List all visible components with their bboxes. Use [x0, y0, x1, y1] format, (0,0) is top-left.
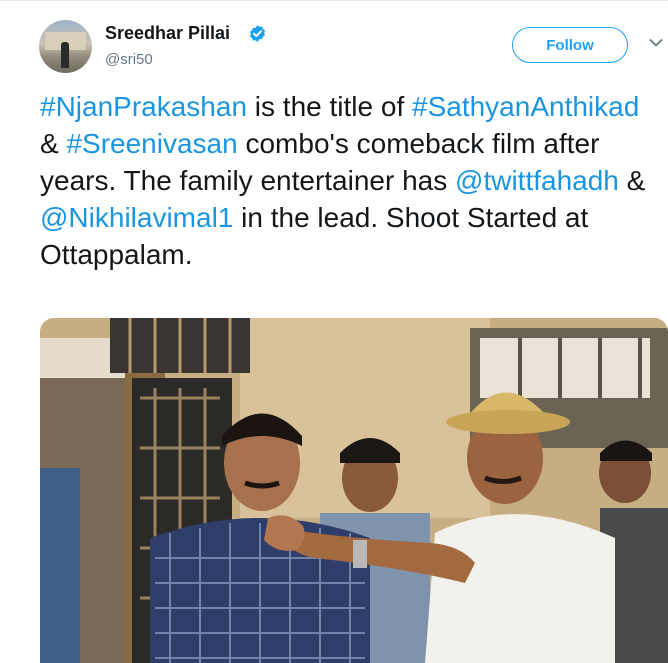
photo-scene — [40, 318, 668, 663]
hashtag-link[interactable]: #Sreenivasan — [66, 128, 237, 159]
display-name[interactable]: Sreedhar Pillai — [105, 23, 230, 44]
tweet-text-segment: is the title of — [247, 91, 412, 122]
hashtag-link[interactable]: #SathyanAnthikad — [412, 91, 639, 122]
tweet-text: #NjanPrakashan is the title of #SathyanA… — [40, 88, 662, 273]
chevron-down-icon[interactable] — [649, 38, 663, 48]
tweet-photo[interactable] — [40, 318, 668, 663]
verified-badge-icon — [249, 25, 266, 42]
mention-link[interactable]: @twittfahadh — [455, 165, 619, 196]
avatar-person — [61, 42, 69, 68]
user-handle[interactable]: @sri50 — [105, 51, 153, 68]
tweet-text-segment: & — [618, 165, 646, 196]
top-divider — [0, 0, 668, 1]
mention-link[interactable]: @Nikhilavimal1 — [40, 202, 233, 233]
follow-button[interactable]: Follow — [512, 27, 628, 63]
avatar[interactable] — [39, 20, 92, 73]
hashtag-link[interactable]: #NjanPrakashan — [40, 91, 247, 122]
tweet-text-segment: & — [40, 128, 67, 159]
